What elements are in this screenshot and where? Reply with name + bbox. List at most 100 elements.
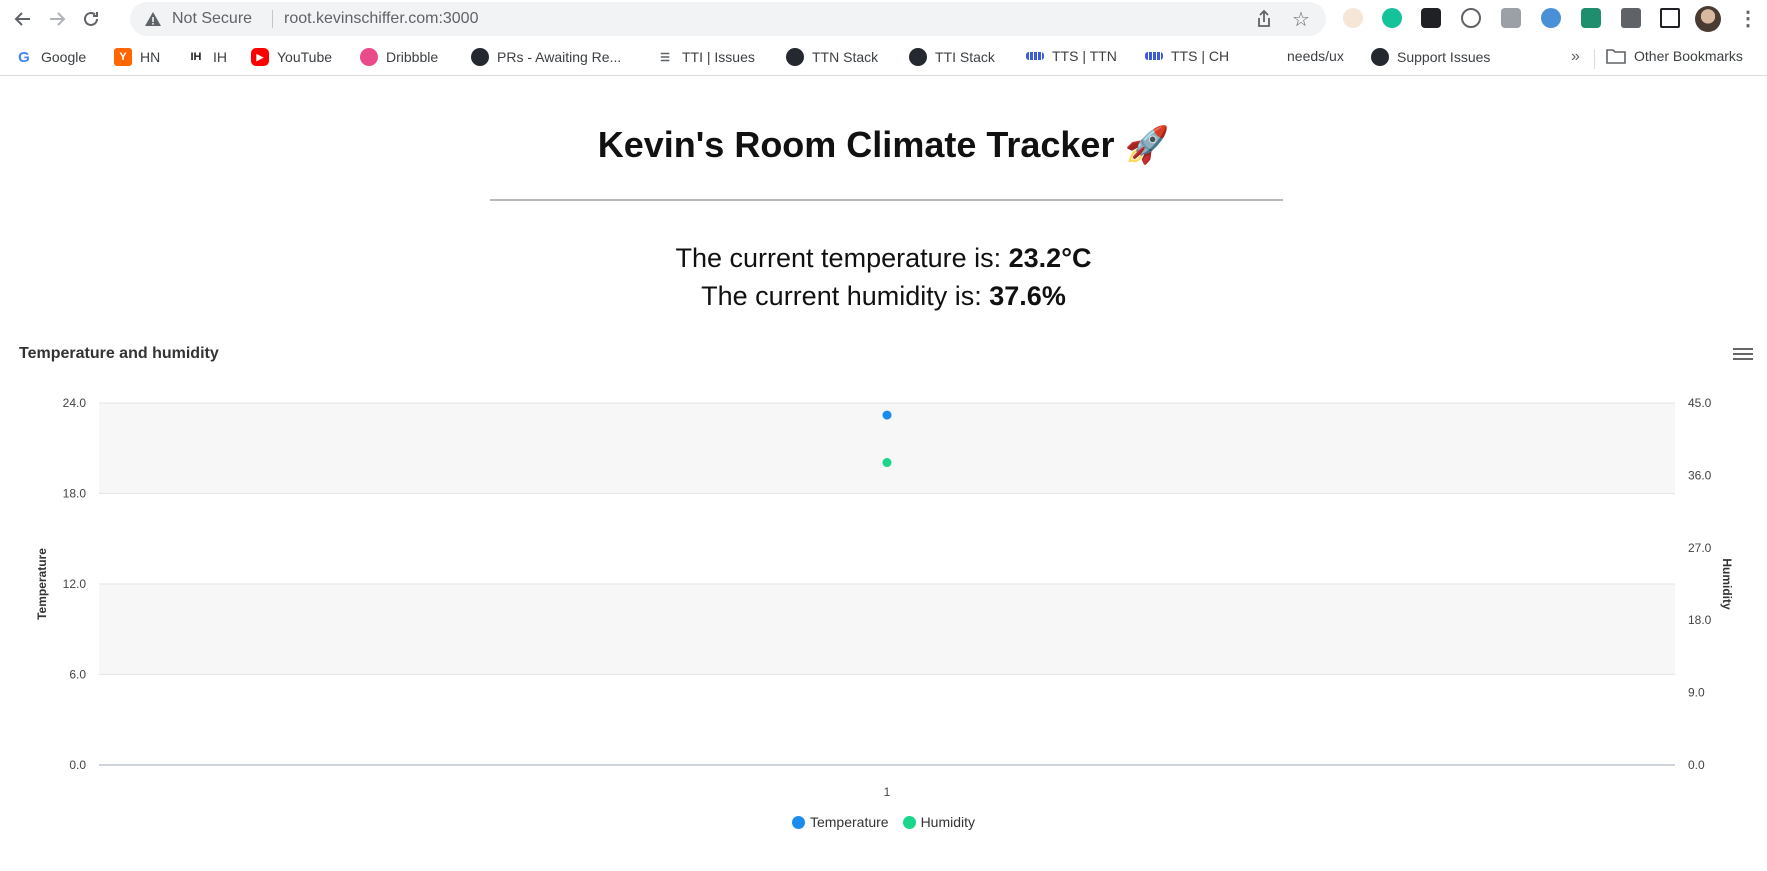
bookmark-needs-ux[interactable]: needs/ux (1287, 48, 1344, 64)
humidity-prefix: The current humidity is: (701, 281, 990, 311)
data-point-humidity (882, 458, 892, 468)
stripes-icon (1145, 52, 1163, 60)
bookmark-label: TTS | TTN (1052, 48, 1117, 64)
bookmark-tts-ttn[interactable]: TTS | TTN (1026, 48, 1117, 64)
dribbble-icon (360, 48, 378, 66)
y-left-tick-label: 18.0 (63, 487, 87, 501)
bookmark-ttn-stack[interactable]: TTN Stack (786, 48, 878, 66)
y-left-tick-label: 6.0 (69, 668, 86, 682)
bookmark-tts-ch[interactable]: TTS | CH (1145, 48, 1229, 64)
bookmark-tti-stack[interactable]: TTI Stack (909, 48, 995, 66)
side-panel-icon[interactable] (1660, 8, 1680, 28)
bookmark-support-issues[interactable]: Support Issues (1371, 48, 1490, 66)
other-bookmarks-folder[interactable]: Other Bookmarks (1606, 48, 1743, 64)
more-vert-icon[interactable]: ⋮ (1738, 6, 1758, 31)
warning-icon[interactable] (144, 10, 162, 28)
temperature-value: 23.2°C (1008, 243, 1092, 273)
bookmark-label: TTI Stack (935, 49, 995, 65)
bookmark-label: Google (41, 49, 87, 65)
bookmark-label: TTN Stack (812, 49, 879, 65)
indiehackers-icon: IH (190, 51, 202, 63)
page-title: Kevin's Room Climate Tracker 🚀 (597, 124, 1170, 165)
bookmark-label: HN (140, 49, 161, 65)
github-icon (471, 48, 489, 66)
extension-grey-icon[interactable] (1501, 8, 1521, 28)
y-right-tick-label: 18.0 (1688, 613, 1712, 627)
bookmark-label: IH (213, 49, 227, 65)
bookmark-dribbble[interactable]: Dribbble (360, 48, 438, 66)
y-right-axis-title: Humidity (1720, 558, 1734, 610)
temperature-prefix: The current temperature is: (675, 243, 1009, 273)
share-icon[interactable] (1254, 9, 1274, 29)
stripes-icon (1026, 52, 1044, 60)
reload-icon[interactable] (80, 8, 102, 30)
y-right-tick-label: 27.0 (1688, 541, 1712, 555)
bookmark-tti-issues[interactable]: ☰ TTI | Issues (656, 48, 755, 66)
address-bar[interactable]: Not Secure root.kevinschiffer.com:3000 ☆ (130, 2, 1326, 36)
bookmark-label: Support Issues (1397, 49, 1491, 65)
bookmark-label: TTI | Issues (682, 49, 755, 65)
extension-sync-icon[interactable] (1461, 8, 1481, 28)
legend-temperature-marker (791, 815, 805, 829)
bookmark-label: Dribbble (386, 49, 439, 65)
temperature-humidity-chart: 0.0 6.0 12.0 18.0 24.0 0.0 9.0 18.0 27.0 36.0 45.0… (35, 396, 1734, 799)
list-icon: ☰ (660, 51, 670, 64)
chart-legend: Temperature Humidity (0, 814, 1767, 830)
github-icon (786, 48, 804, 66)
extensions-puzzle-icon[interactable] (1621, 8, 1641, 28)
bookmark-label: YouTube (277, 49, 333, 65)
other-bookmarks-label: Other Bookmarks (1634, 48, 1743, 64)
hackernews-icon: Y (114, 48, 132, 66)
y-right-tick-label: 45.0 (1688, 396, 1712, 410)
profile-avatar[interactable] (1695, 6, 1721, 32)
omnibox-divider (272, 10, 273, 28)
y-left-tick-label: 24.0 (63, 396, 87, 410)
chart-menu-hamburger-icon[interactable] (1733, 345, 1755, 363)
bookmark-google[interactable]: G Google (15, 48, 86, 66)
github-icon (1371, 48, 1389, 66)
extension-s-icon[interactable] (1581, 8, 1601, 28)
browser-toolbar: Not Secure root.kevinschiffer.com:3000 ☆… (0, 0, 1767, 37)
back-arrow-icon[interactable] (12, 8, 34, 30)
bookmark-label: TTS | CH (1171, 48, 1230, 64)
legend-temperature-label: Temperature (809, 814, 889, 830)
bookmark-youtube[interactable]: ▶ YouTube (251, 48, 332, 66)
google-icon: G (18, 48, 30, 66)
bookmark-ih[interactable]: IH IH (187, 48, 228, 66)
bookmark-label: needs/ux (1287, 48, 1344, 64)
title-divider (490, 199, 1283, 201)
y-left-tick-label: 0.0 (69, 758, 86, 772)
more-bookmarks-chevron-icon[interactable]: » (1571, 48, 1580, 66)
humidity-value: 37.6% (989, 281, 1066, 311)
legend-humidity-label: Humidity (920, 814, 976, 830)
chart-title: Temperature and humidity (19, 345, 219, 362)
extension-arrows-icon[interactable] (1421, 8, 1441, 28)
folder-icon (1606, 49, 1626, 64)
forward-arrow-icon[interactable] (46, 8, 68, 30)
bookmark-prs[interactable]: PRs - Awaiting Re... (471, 48, 621, 66)
bookmarks-divider (1594, 49, 1595, 69)
github-icon (909, 48, 927, 66)
legend-humidity-marker (902, 815, 916, 829)
x-tick-label: 1 (884, 785, 891, 799)
plot-band (99, 584, 1675, 675)
temperature-reading: The current temperature is: 23.2°C (0, 243, 1767, 274)
y-right-tick-label: 0.0 (1688, 758, 1705, 772)
y-left-tick-label: 12.0 (63, 577, 87, 591)
data-point-temperature (882, 410, 892, 420)
grammarly-icon[interactable] (1382, 8, 1402, 28)
extension-orange-icon[interactable] (1343, 8, 1363, 28)
url-text[interactable]: root.kevinschiffer.com:3000 (284, 10, 478, 28)
legend-item-humidity[interactable]: Humidity (902, 814, 976, 830)
bookmark-label: PRs - Awaiting Re... (497, 49, 622, 65)
bookmark-star-icon[interactable]: ☆ (1292, 7, 1310, 32)
youtube-icon: ▶ (251, 48, 269, 66)
y-right-tick-label: 9.0 (1688, 686, 1705, 700)
bookmark-hn[interactable]: Y HN (114, 48, 160, 66)
humidity-reading: The current humidity is: 37.6% (0, 281, 1767, 312)
y-left-axis-title: Temperature (35, 548, 49, 620)
legend-item-temperature[interactable]: Temperature (791, 814, 889, 830)
extension-blue-icon[interactable] (1541, 8, 1561, 28)
security-label[interactable]: Not Secure (172, 10, 252, 28)
bookmarks-bar: G Google Y HN IH IH ▶ YouTube Dribbble P… (0, 40, 1767, 76)
